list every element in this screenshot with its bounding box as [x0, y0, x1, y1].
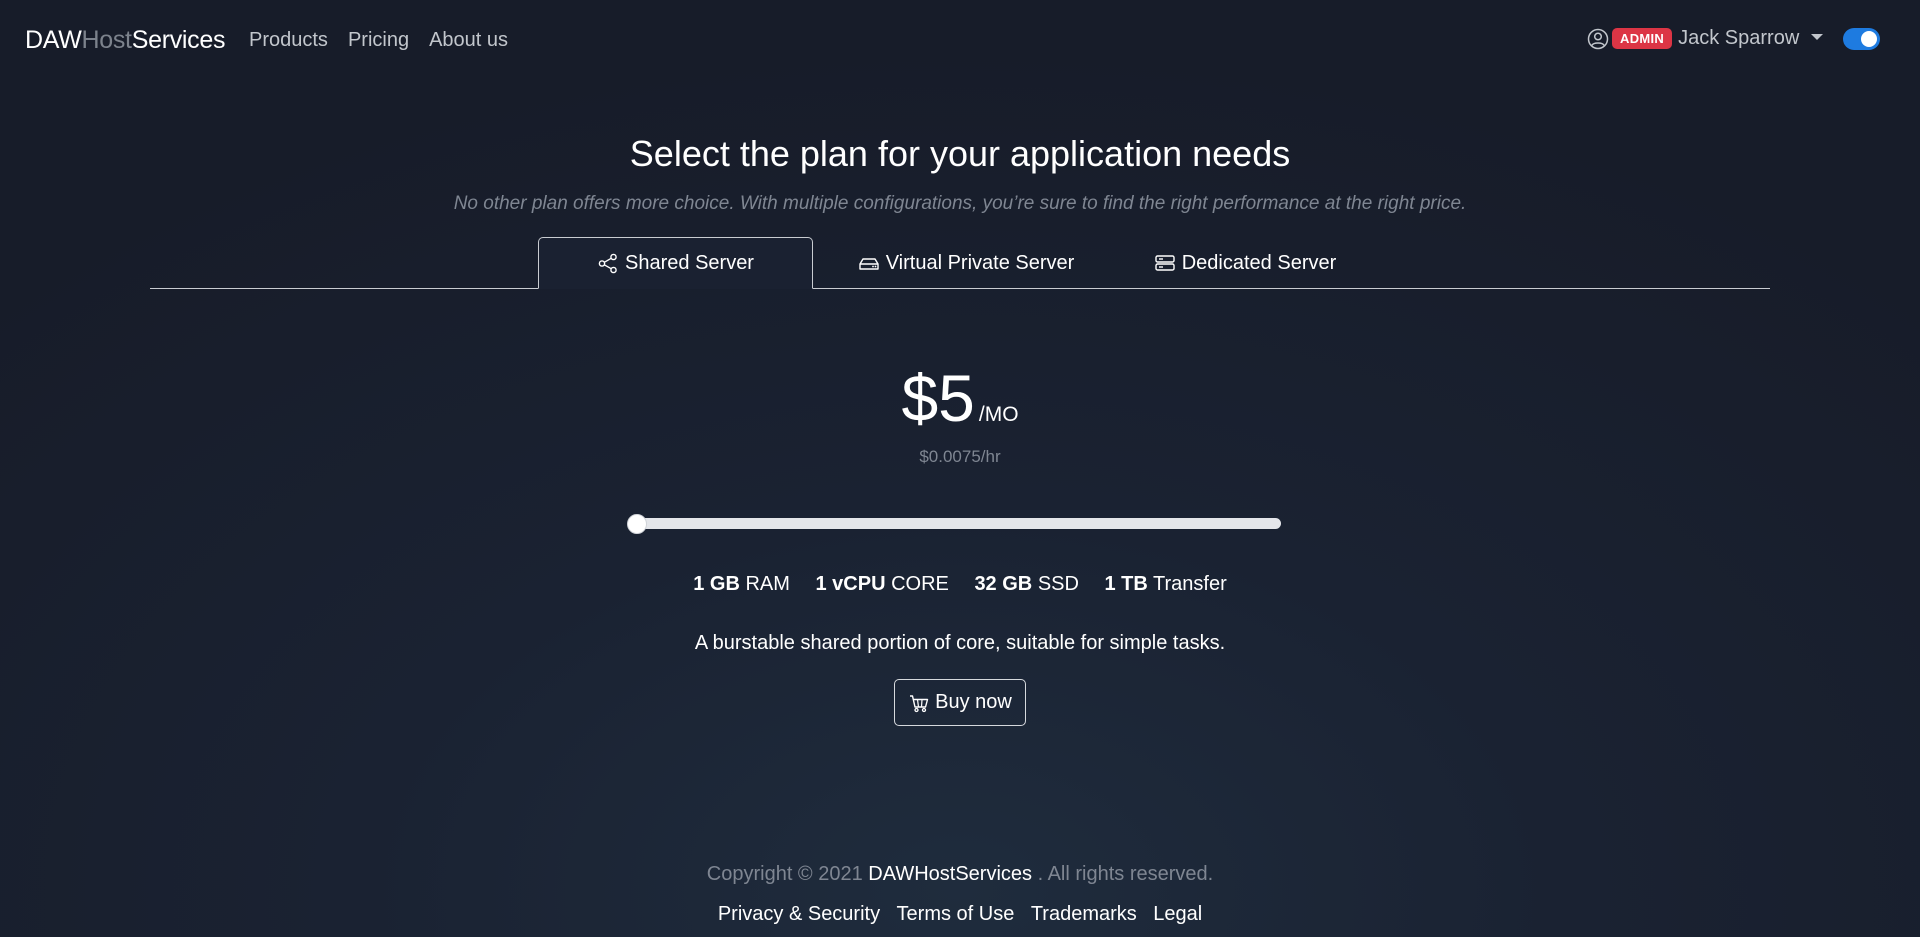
- footer-link-trademarks[interactable]: Trademarks: [1031, 903, 1137, 925]
- buy-now-label: Buy now: [935, 691, 1012, 713]
- tab-dedicated-server[interactable]: Dedicated Server: [1150, 237, 1340, 289]
- copyright-brand: DAWHostServices: [868, 863, 1033, 885]
- brand-logo[interactable]: DAWHostServices: [25, 26, 225, 55]
- spec-unit: Transfer: [1153, 573, 1227, 595]
- tab-label: Dedicated Server: [1181, 251, 1337, 274]
- cart-icon: [910, 694, 929, 712]
- brand-part-host: Host: [81, 26, 133, 54]
- brand-part-daw: DAW: [25, 26, 82, 54]
- spec-value: 1 GB: [693, 573, 740, 595]
- spec-value: 1 TB: [1104, 573, 1148, 595]
- chevron-down-icon: [1811, 33, 1824, 40]
- nav-link-about-us[interactable]: About us: [429, 29, 508, 52]
- page-title: Select the plan for your application nee…: [629, 133, 1291, 174]
- toggle-knob: [1861, 31, 1877, 47]
- plan-price: $5/MO: [0, 360, 1920, 436]
- footer-link-privacy-security[interactable]: Privacy & Security: [718, 903, 880, 925]
- brand-part-services: Services: [131, 26, 226, 54]
- theme-toggle[interactable]: [1843, 28, 1880, 50]
- copyright-prefix: Copyright © 2021: [706, 863, 863, 885]
- hourly-price: $0.0075/hr: [919, 447, 1001, 466]
- spec-unit: SSD: [1037, 573, 1079, 595]
- nav-link-products[interactable]: Products: [249, 29, 328, 52]
- spec-transfer: 1 TB Transfer: [1105, 573, 1227, 595]
- tab-label: Virtual Private Server: [885, 251, 1075, 274]
- user-name: Jack Sparrow: [1678, 27, 1800, 49]
- page-subtitle: No other plan offers more choice. With m…: [453, 193, 1467, 214]
- copyright-suffix: . All rights reserved.: [1037, 863, 1214, 885]
- slider-thumb[interactable]: [627, 514, 647, 534]
- plan-slider[interactable]: [627, 514, 1281, 534]
- plan-specs: 1 GB RAM 1 vCPU CORE 32 GB SSD 1 TB Tran…: [0, 573, 1920, 596]
- tab-virtual-private-server[interactable]: Virtual Private Server: [846, 237, 1086, 289]
- nav-link-pricing[interactable]: Pricing: [348, 29, 409, 52]
- tab-label: Shared Server: [625, 251, 754, 274]
- hdd-icon: [859, 258, 879, 270]
- spec-value: 32 GB: [974, 573, 1033, 595]
- spec-value: 1 vCPU: [815, 573, 886, 595]
- spec-ram: 1 GB RAM: [693, 573, 790, 595]
- admin-badge: ADMIN: [1612, 28, 1673, 49]
- server-icon: [1155, 255, 1175, 271]
- tab-shared-server[interactable]: Shared Server: [538, 237, 813, 289]
- plan-description: A burstable shared portion of core, suit…: [694, 632, 1226, 654]
- nav-links: Products Pricing About us: [249, 29, 528, 52]
- copyright-text: Copyright © 2021 DAWHostServices . All r…: [0, 863, 1920, 886]
- navbar: DAWHostServices Products Pricing About u…: [0, 0, 1920, 80]
- spec-cpu: 1 vCPU CORE: [815, 573, 948, 595]
- buy-now-button[interactable]: Buy now: [894, 679, 1026, 726]
- footer-link-legal[interactable]: Legal: [1153, 903, 1202, 925]
- user-menu-dropdown[interactable]: ADMIN Jack Sparrow: [1587, 27, 1824, 50]
- spec-unit: RAM: [745, 573, 790, 595]
- footer-links: Privacy & Security Terms of Use Trademar…: [0, 903, 1920, 926]
- footer-link-terms-of-use[interactable]: Terms of Use: [897, 903, 1015, 925]
- spec-storage: 32 GB SSD: [974, 573, 1079, 595]
- user-circle-icon: [1587, 28, 1609, 50]
- price-period: /MO: [978, 403, 1019, 426]
- share-icon: [598, 253, 617, 274]
- spec-unit: CORE: [891, 573, 949, 595]
- price-amount: $5: [901, 361, 975, 435]
